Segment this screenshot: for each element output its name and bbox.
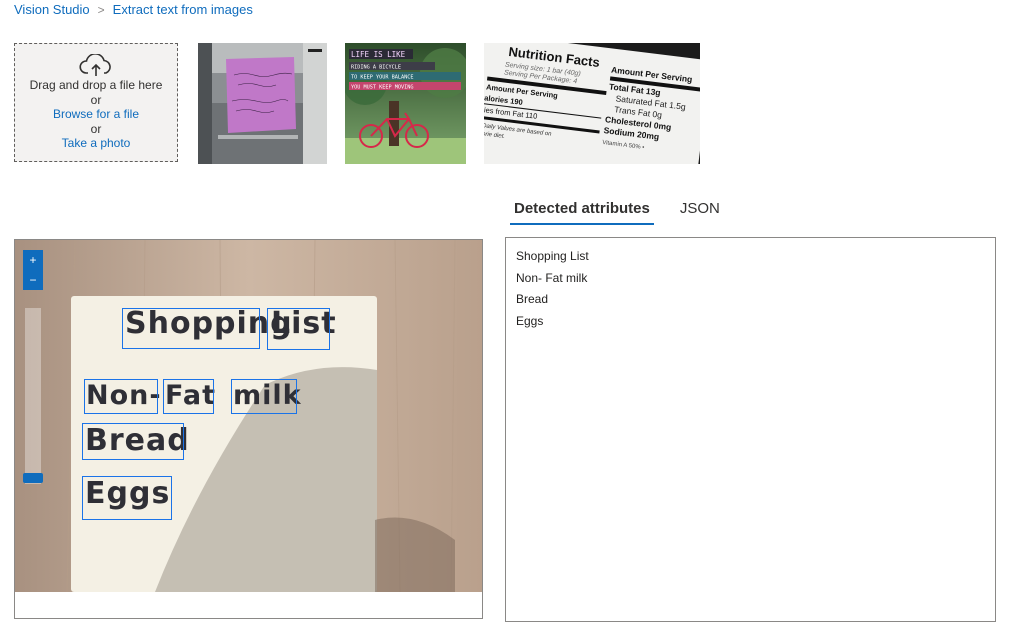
- minus-icon: −: [29, 273, 37, 287]
- zoom-out-button[interactable]: −: [23, 270, 43, 290]
- bbox-non: [84, 379, 158, 414]
- tab-detected-attributes[interactable]: Detected attributes: [510, 198, 654, 225]
- bbox-bread: [82, 423, 184, 460]
- bbox-list: [267, 308, 330, 350]
- bbox-fat: [163, 379, 214, 414]
- breadcrumb-vision-studio[interactable]: Vision Studio: [14, 2, 90, 17]
- zoom-slider-track[interactable]: [25, 308, 41, 484]
- or-text: or: [90, 92, 102, 107]
- poster-line-1: LIFE IS LIKE: [351, 50, 406, 59]
- zoom-in-button[interactable]: +: [23, 250, 43, 270]
- bbox-shopping: [122, 308, 260, 349]
- drag-drop-text: Drag and drop a file here: [29, 78, 163, 92]
- result-line: Eggs: [516, 314, 544, 329]
- file-dropzone[interactable]: Drag and drop a file here or Browse for …: [14, 43, 178, 162]
- result-tabs: Detected attributes JSON: [510, 198, 724, 225]
- sample-image-nutrition-label[interactable]: Nutrition Facts Serving size: 1 bar (40g…: [484, 43, 700, 164]
- poster-line-2: RIDING A BICYCLE: [351, 65, 401, 71]
- detected-attributes-panel: Shopping List Non- Fat milk Bread Eggs: [505, 237, 996, 622]
- or-text-2: or: [90, 121, 102, 136]
- browse-file-link[interactable]: Browse for a file: [15, 107, 177, 122]
- zoom-slider-thumb[interactable]: [23, 473, 43, 483]
- plus-icon: +: [29, 253, 37, 267]
- sample-image-bicycle-poster[interactable]: LIFE IS LIKE RIDING A BICYCLE TO KEEP YO…: [345, 43, 466, 164]
- result-line: Bread: [516, 292, 549, 307]
- poster-line-4: YOU MUST KEEP MOVING: [351, 85, 413, 91]
- breadcrumb-extract-text[interactable]: Extract text from images: [113, 2, 253, 17]
- take-photo-link[interactable]: Take a photo: [15, 136, 177, 151]
- poster-line-3: TO KEEP YOUR BALANCE: [351, 75, 413, 81]
- bbox-milk: [231, 379, 297, 414]
- sample-image-sticky-note[interactable]: [198, 43, 327, 164]
- analyzed-image: [15, 240, 482, 592]
- image-preview-panel: + − Shopping List Non- Fat milk Bread Eg…: [14, 239, 483, 619]
- tab-json[interactable]: JSON: [676, 198, 724, 225]
- result-line: Shopping List: [516, 249, 589, 263]
- result-line: Non- Fat milk: [516, 270, 588, 285]
- bbox-eggs: [82, 476, 172, 520]
- breadcrumb-separator: >: [97, 2, 105, 17]
- breadcrumb: Vision Studio > Extract text from images: [14, 2, 253, 17]
- cloud-upload-icon: [15, 53, 177, 78]
